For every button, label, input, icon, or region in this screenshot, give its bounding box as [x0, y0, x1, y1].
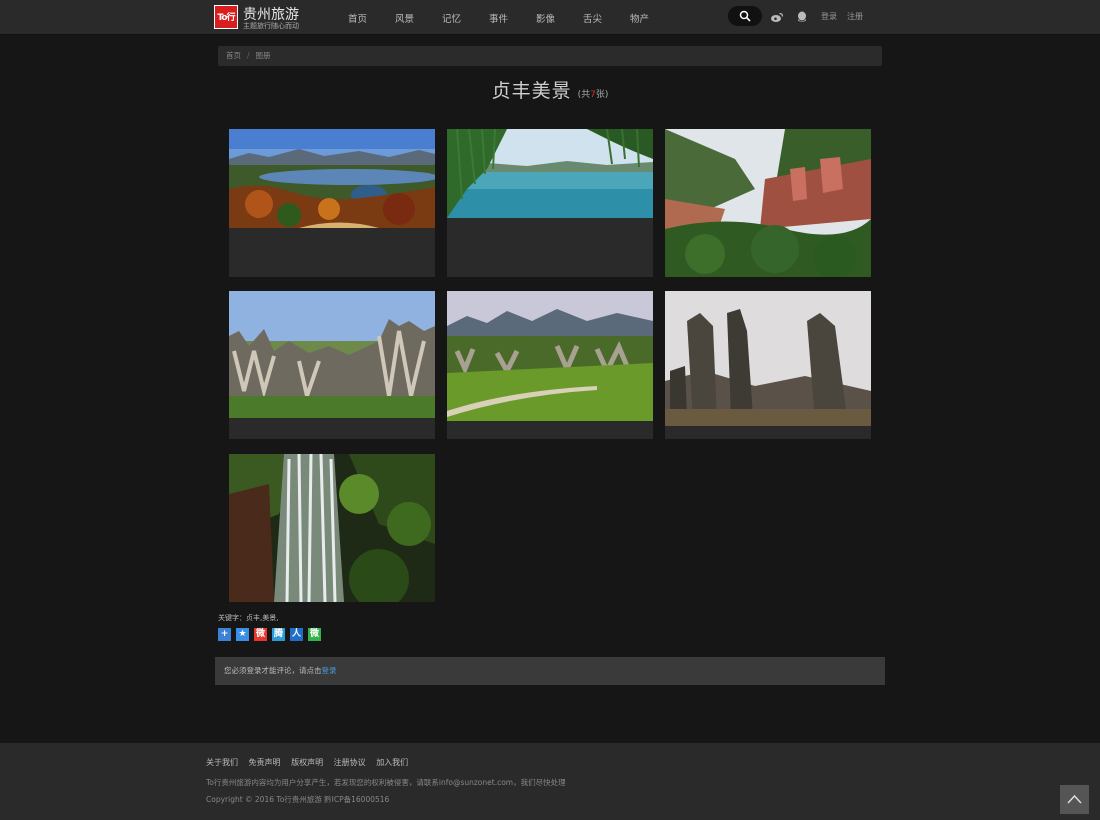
search-icon: [739, 10, 751, 22]
logo-badge: To行: [214, 5, 238, 29]
album-title-text: 贞丰美景: [491, 80, 572, 102]
chevron-up-icon: [1067, 794, 1082, 804]
album-count-suffix: 张): [595, 90, 609, 100]
comment-notice-text: 您必须登录才能评论，请点击: [224, 666, 322, 675]
footer-copyright: Copyright © 2016 To行贵州旅游 黔ICP备16000516: [206, 795, 390, 804]
breadcrumb: 首页 / 图册: [218, 46, 882, 66]
footer-link-join[interactable]: 加入我们: [376, 758, 408, 767]
qq-icon[interactable]: [795, 9, 809, 23]
top-navbar: To行 贵州旅游 主题旅行随心而动 首页 风景 记忆 事件 影像 舌尖 物产 登…: [0, 0, 1100, 35]
footer-link-disclaimer[interactable]: 免责声明: [249, 758, 281, 767]
comment-login-link[interactable]: 登录: [322, 666, 337, 675]
comment-login-notice: 您必须登录才能评论，请点击登录: [215, 657, 885, 685]
weibo-share-icon[interactable]: 微: [254, 628, 267, 641]
photo-thumbnail: [229, 129, 435, 228]
weibo-icon[interactable]: [770, 9, 784, 23]
qzone-icon[interactable]: ★: [236, 628, 249, 641]
photo-thumbnail: [229, 291, 435, 418]
photo-card[interactable]: [229, 454, 435, 602]
footer: 关于我们 免责声明 版权声明 注册协议 加入我们 To行贵州旅游内容均为用户分享…: [0, 743, 1100, 820]
photo-thumbnail: [447, 291, 653, 421]
nav-item-home[interactable]: 首页: [348, 11, 367, 25]
breadcrumb-home[interactable]: 首页: [226, 51, 241, 60]
photo-thumbnail: [665, 291, 871, 426]
footer-link-terms[interactable]: 注册协议: [334, 758, 366, 767]
nav-item-food[interactable]: 舌尖: [583, 11, 602, 25]
album-title: 贞丰美景 (共7张): [0, 76, 1100, 103]
footer-links: 关于我们 免责声明 版权声明 注册协议 加入我们: [206, 757, 416, 768]
photo-card[interactable]: [665, 129, 871, 277]
breadcrumb-current: 图册: [255, 51, 271, 60]
search-button[interactable]: [728, 6, 762, 26]
footer-link-about[interactable]: 关于我们: [206, 758, 238, 767]
footer-link-copyright[interactable]: 版权声明: [291, 758, 323, 767]
share-plus-icon[interactable]: +: [218, 628, 231, 641]
photo-thumbnail: [229, 454, 435, 602]
nav-item-images[interactable]: 影像: [536, 11, 555, 25]
nav-item-scenery[interactable]: 风景: [395, 11, 414, 25]
photo-card[interactable]: [229, 291, 435, 439]
footer-note: To行贵州旅游内容均为用户分享产生，若发现您的权利被侵害，请联系info@sun…: [206, 778, 566, 787]
album-count-prefix: (共: [577, 90, 591, 100]
site-logo[interactable]: To行 贵州旅游 主题旅行随心而动: [214, 4, 314, 30]
photo-thumbnail: [665, 129, 871, 277]
back-to-top-button[interactable]: [1060, 785, 1089, 814]
logo-subtitle: 主题旅行随心而动: [243, 22, 299, 30]
login-link[interactable]: 登录: [821, 11, 837, 22]
nav-item-products[interactable]: 物产: [630, 11, 649, 25]
renren-icon[interactable]: 人: [290, 628, 303, 641]
wechat-icon[interactable]: 微: [308, 628, 321, 641]
photo-card[interactable]: [447, 129, 653, 277]
photo-thumbnail: [447, 129, 653, 218]
photo-card[interactable]: [447, 291, 653, 439]
tencent-weibo-icon[interactable]: 腾: [272, 628, 285, 641]
photo-card[interactable]: [665, 291, 871, 439]
keywords: 关键字：贞丰,美景,: [218, 614, 279, 622]
breadcrumb-separator: /: [247, 51, 250, 60]
register-link[interactable]: 注册: [847, 11, 863, 22]
nav-item-memory[interactable]: 记忆: [442, 11, 461, 25]
nav-item-events[interactable]: 事件: [489, 11, 508, 25]
album-count: (共7张): [578, 90, 609, 100]
photo-card[interactable]: [229, 129, 435, 277]
